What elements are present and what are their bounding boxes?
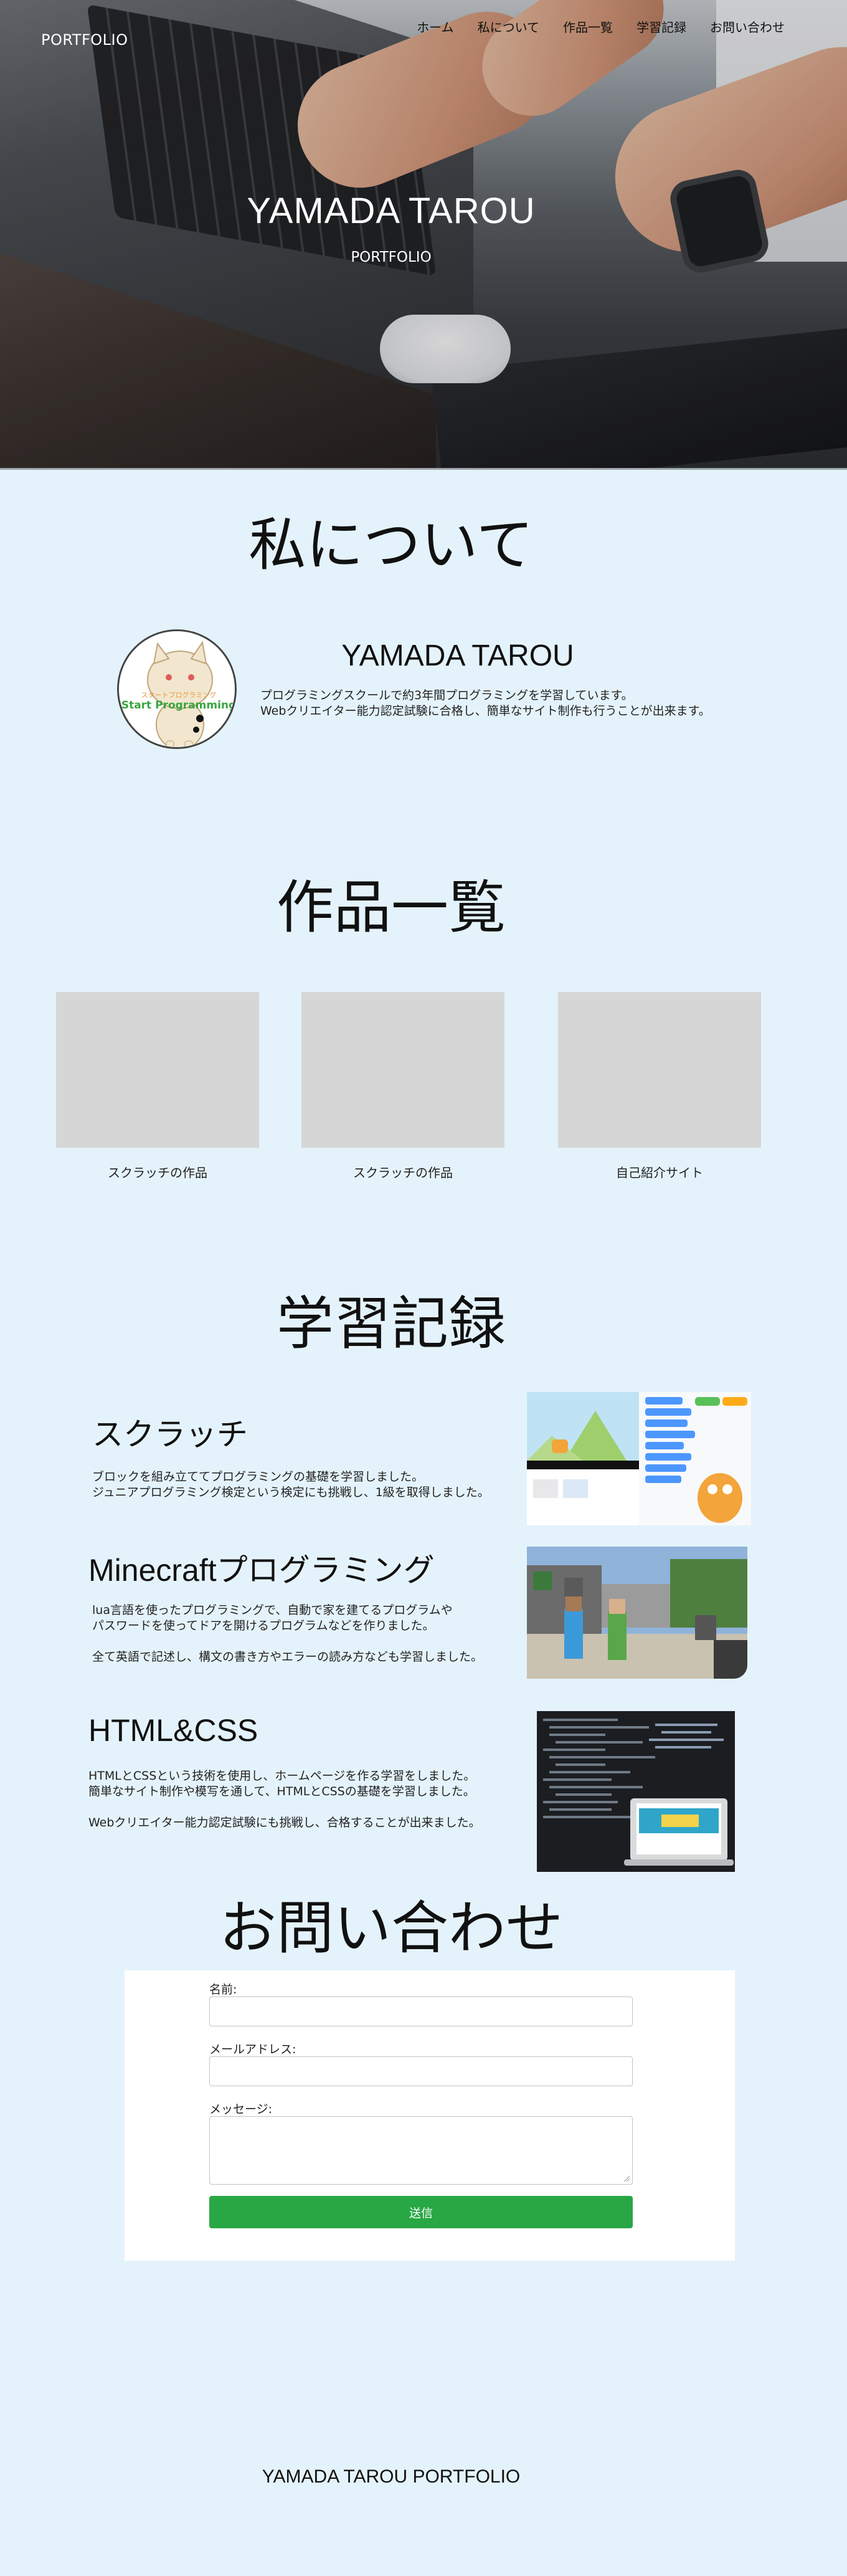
work-caption: スクラッチの作品 <box>353 1165 453 1180</box>
name-label: 名前: <box>209 1983 237 1996</box>
learning-title-htmlcss: HTML&CSS <box>88 1713 258 1748</box>
learning-title-scratch: スクラッチ <box>92 1417 248 1452</box>
nav-learning[interactable]: 学習記録 <box>636 17 686 36</box>
minecraft-scene-image <box>527 1547 747 1679</box>
learning-line: 全て英語で記述し、構文の書き方やエラーの読み方なども学習しました。 <box>92 1650 483 1664</box>
learning-text-minecraft: lua言語を使ったプログラミングで、自動で家を建てるプログラムや パスワードを使… <box>92 1603 483 1665</box>
htmlcss-image <box>537 1711 735 1872</box>
scratch-editor-image <box>527 1392 751 1525</box>
about-heading: 私について <box>248 512 534 578</box>
footer-text: YAMADA TAROU PORTFOLIO <box>262 2466 521 2487</box>
work-thumbnail[interactable] <box>56 992 259 1148</box>
main-nav: ホーム 私について 作品一覧 学習記録 お問い合わせ <box>393 17 785 36</box>
hero-subtitle: PORTFOLIO <box>351 249 432 265</box>
about-line: Webクリエイター能力認定試験に合格し、簡単なサイト制作も行うことが出来ます。 <box>260 704 711 718</box>
message-textarea[interactable] <box>209 2116 633 2185</box>
nav-home[interactable]: ホーム <box>417 17 453 36</box>
work-card[interactable]: 自己紹介サイト <box>558 992 761 1181</box>
work-thumbnail[interactable] <box>558 992 761 1148</box>
learning-heading: 学習記録 <box>276 1290 506 1357</box>
learning-line: 簡単なサイト制作や模写を通して、HTMLとCSSの基礎を学習しました。 <box>88 1785 475 1798</box>
learning-text-htmlcss: HTMLとCSSという技術を使用し、ホームページを作る学習をしました。 簡単なサ… <box>88 1768 481 1831</box>
learning-line: HTMLとCSSという技術を使用し、ホームページを作る学習をしました。 <box>88 1769 476 1783</box>
learning-spacer <box>92 1634 483 1649</box>
hero-overlay <box>0 0 847 470</box>
email-label: メールアドレス: <box>209 2043 296 2056</box>
work-card[interactable]: スクラッチの作品 <box>56 992 259 1181</box>
name-input[interactable] <box>209 1996 633 2026</box>
code-laptop-image <box>537 1711 735 1872</box>
work-caption: 自己紹介サイト <box>616 1165 703 1180</box>
hero-bottom-border <box>0 468 847 470</box>
svg-text:スタートプログラミング: スタートプログラミング <box>141 690 217 699</box>
message-label: メッセージ: <box>209 2102 273 2116</box>
hero-image <box>0 0 847 470</box>
nav-contact[interactable]: お問い合わせ <box>710 17 785 36</box>
resize-handle-icon[interactable] <box>623 2175 630 2182</box>
works-heading: 作品一覧 <box>276 874 506 941</box>
about-description: プログラミングスクールで約3年間プログラミングを学習しています。 Webクリエイ… <box>260 688 711 719</box>
learning-spacer <box>88 1800 481 1815</box>
work-caption: スクラッチの作品 <box>108 1165 207 1180</box>
learning-text-scratch: ブロックを組み立ててプログラミングの基礎を学習しました。 ジュニアプログラミング… <box>92 1469 490 1500</box>
svg-text:Start Programming: Start Programming <box>121 699 236 712</box>
hero-title: YAMADA TAROU <box>247 191 536 231</box>
minecraft-screenshot <box>527 1547 747 1679</box>
learning-line: パスワードを使ってドアを開けるプログラムなどを作りました。 <box>92 1619 435 1633</box>
nav-works[interactable]: 作品一覧 <box>563 17 613 36</box>
about-line: プログラミングスクールで約3年間プログラミングを学習しています。 <box>260 689 633 702</box>
nav-about[interactable]: 私について <box>478 17 539 36</box>
contact-heading: お問い合わせ <box>219 1895 563 1962</box>
work-thumbnail[interactable] <box>301 992 504 1148</box>
about-name: YAMADA TAROU <box>341 639 574 672</box>
learning-line: ブロックを組み立ててプログラミングの基礎を学習しました。 <box>92 1470 424 1484</box>
learning-line: Webクリエイター能力認定試験にも挑戦し、合格することが出来ました。 <box>88 1816 481 1829</box>
learning-line: ジュニアプログラミング検定という検定にも挑戦し、1級を取得しました。 <box>92 1486 490 1499</box>
work-card[interactable]: スクラッチの作品 <box>301 992 504 1181</box>
site-brand[interactable]: PORTFOLIO <box>41 31 128 49</box>
email-input[interactable] <box>209 2056 633 2086</box>
learning-title-minecraft: Minecraftプログラミング <box>88 1553 435 1588</box>
learning-line: lua言語を使ったプログラミングで、自動で家を建てるプログラムや <box>92 1603 453 1617</box>
scratch-screenshot <box>527 1392 751 1525</box>
submit-button[interactable]: 送信 <box>209 2196 633 2228</box>
